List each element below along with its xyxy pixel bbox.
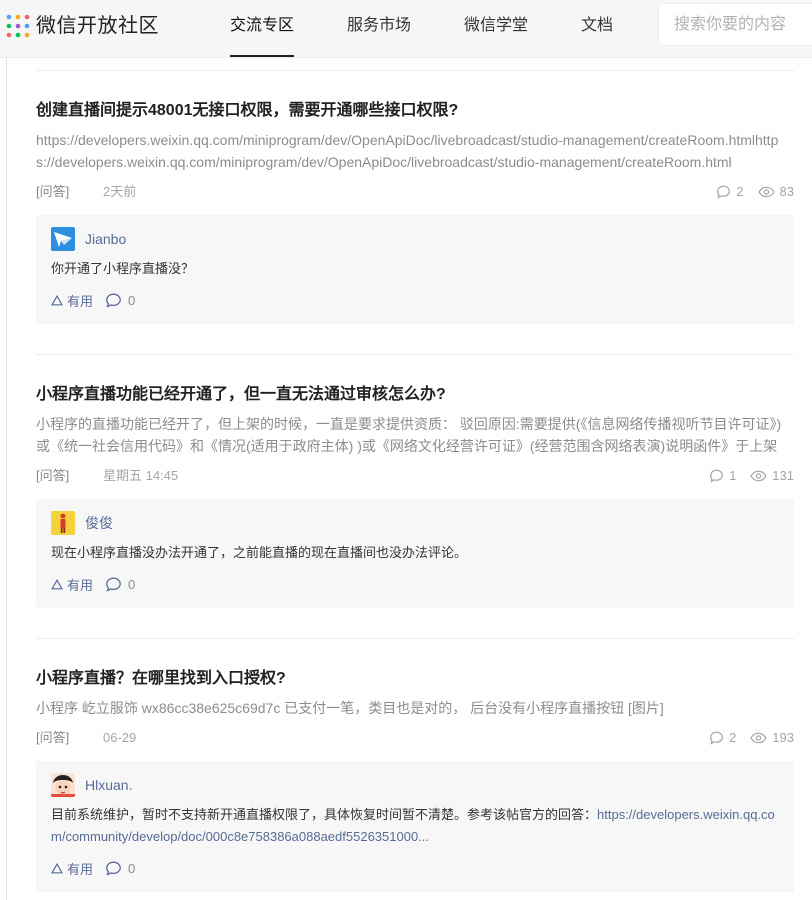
comment-icon — [106, 293, 121, 308]
eye-icon — [750, 732, 767, 744]
useful-button[interactable]: 有用 — [51, 291, 93, 310]
post-tag: [问答] — [36, 730, 70, 745]
eye-icon — [757, 186, 775, 198]
post-time: 2天前 — [103, 184, 137, 199]
view-count: 193 — [750, 728, 794, 748]
reply-comment-count: 0 — [128, 576, 136, 592]
reply-comment-button[interactable]: 0 — [105, 577, 135, 592]
post-list: 创建直播间提示48001无接口权限，需要开通哪些接口权限? https://de… — [36, 70, 794, 892]
reply-actions: 有用 0 — [51, 574, 779, 594]
post-title[interactable]: 小程序直播？在哪里找到入口授权? — [36, 668, 794, 690]
post-item: 创建直播间提示48001无接口权限，需要开通哪些接口权限? https://de… — [36, 71, 794, 324]
triangle-up-icon — [51, 294, 63, 305]
comment-count-value: 2 — [736, 184, 744, 199]
nav-item-docs[interactable]: 文档 — [581, 16, 613, 36]
eye-icon — [750, 470, 767, 482]
search-input[interactable] — [659, 4, 812, 45]
comment-count: 2 — [709, 728, 736, 748]
post-summary[interactable]: 小程序 屹立服饰 wx86cc38e625c69d7c 已支付一笔，类目也是对的… — [36, 697, 794, 719]
post-tag: [问答] — [36, 468, 70, 483]
reply-comment-button[interactable]: 0 — [105, 293, 135, 308]
comment-count-value: 1 — [729, 468, 737, 483]
comment-icon — [710, 731, 723, 745]
comment-icon — [717, 185, 731, 199]
post-time: 06-29 — [103, 730, 137, 745]
post-item: 小程序直播功能已经开通了，但一直无法通过审核怎么办? 小程序的直播功能已经开了，… — [36, 355, 794, 608]
nav-active-underline — [230, 55, 294, 57]
post-summary[interactable]: https://developers.weixin.qq.com/minipro… — [36, 129, 794, 173]
best-reply: 俊俊 现在小程序直播没办法开通了，之前能直播的现在直播间也没办法评论。 有用 0 — [36, 499, 794, 608]
post-meta: [问答] 2天前 2 83 — [36, 182, 794, 202]
reply-comment-count: 0 — [128, 860, 136, 876]
view-count: 131 — [750, 466, 794, 486]
view-count-value: 193 — [772, 730, 794, 745]
post-meta: [问答] 星期五 14:45 1 131 — [36, 466, 794, 486]
post-title[interactable]: 创建直播间提示48001无接口权限，需要开通哪些接口权限? — [36, 100, 794, 122]
post-stats: 1 131 — [695, 466, 794, 486]
search-box — [658, 3, 812, 46]
nav-item-discussion[interactable]: 交流专区 — [230, 16, 294, 36]
post-tag: [问答] — [36, 184, 70, 199]
best-reply: Jianbo 你开通了小程序直播没？ 有用 0 — [36, 215, 794, 324]
post-gap — [36, 608, 794, 638]
view-count: 83 — [757, 182, 794, 202]
paper-plane-avatar[interactable] — [51, 227, 75, 251]
site-name[interactable]: 微信开放社区 — [36, 13, 159, 39]
reply-text: 目前系统维护，暂时不支持新开通直播权限了，具体恢复时间暂不清楚。参考该帖官方的回… — [51, 804, 779, 848]
reply-text: 现在小程序直播没办法开通了，之前能直播的现在直播间也没办法评论。 — [51, 545, 468, 560]
comment-count-value: 2 — [729, 730, 737, 745]
reply-header: Hlxuan. — [51, 773, 779, 797]
content-left-border — [6, 58, 7, 900]
useful-label: 有用 — [67, 577, 94, 593]
comment-icon — [710, 469, 723, 483]
post-title[interactable]: 小程序直播功能已经开通了，但一直无法通过审核怎么办? — [36, 384, 794, 406]
nav-item-academy[interactable]: 微信学堂 — [464, 16, 528, 36]
top-header: 微信开放社区 交流专区 服务市场 微信学堂 文档 — [0, 0, 812, 58]
reply-text-content: 目前系统维护，暂时不支持新开通直播权限了，具体恢复时间暂不清楚。参考该帖官方的回… — [51, 807, 598, 822]
reply-author[interactable]: Jianbo — [85, 227, 126, 251]
useful-button[interactable]: 有用 — [51, 859, 93, 878]
view-count-value: 131 — [772, 468, 794, 483]
post-meta: [问答] 06-29 2 193 — [36, 728, 794, 748]
reply-comment-count: 0 — [128, 292, 136, 308]
reply-comment-button[interactable]: 0 — [105, 861, 135, 876]
triangle-up-icon — [51, 862, 63, 873]
figure-avatar[interactable] — [51, 511, 75, 535]
view-count-value: 83 — [779, 184, 794, 199]
reply-actions: 有用 0 — [51, 290, 779, 310]
comment-count: 1 — [709, 466, 736, 486]
post-summary[interactable]: 小程序的直播功能已经开了，但上架的时候，一直是要求提供资质： 驳回原因:需要提供… — [36, 413, 794, 457]
wechat-community-logo-icon[interactable] — [6, 14, 30, 38]
useful-label: 有用 — [67, 293, 94, 309]
post-time: 星期五 14:45 — [103, 468, 179, 483]
post-gap — [36, 324, 794, 354]
nav-item-service-market[interactable]: 服务市场 — [347, 16, 411, 36]
reply-author[interactable]: Hlxuan. — [85, 773, 132, 797]
best-reply: Hlxuan. 目前系统维护，暂时不支持新开通直播权限了，具体恢复时间暂不清楚。… — [36, 761, 794, 892]
comment-icon — [106, 577, 121, 592]
triangle-up-icon — [51, 578, 63, 589]
reply-header: 俊俊 — [51, 511, 779, 535]
comment-icon — [106, 861, 121, 876]
useful-label: 有用 — [67, 861, 94, 877]
reply-header: Jianbo — [51, 227, 779, 251]
useful-button[interactable]: 有用 — [51, 575, 93, 594]
post-stats: 2 193 — [695, 728, 794, 748]
cartoon-avatar[interactable] — [51, 773, 75, 797]
reply-author[interactable]: 俊俊 — [85, 511, 113, 535]
post-item: 小程序直播？在哪里找到入口授权? 小程序 屹立服饰 wx86cc38e625c6… — [36, 639, 794, 892]
post-stats: 2 83 — [702, 182, 794, 202]
comment-count: 2 — [716, 182, 744, 202]
reply-actions: 有用 0 — [51, 858, 779, 878]
reply-text: 你开通了小程序直播没？ — [51, 261, 195, 276]
